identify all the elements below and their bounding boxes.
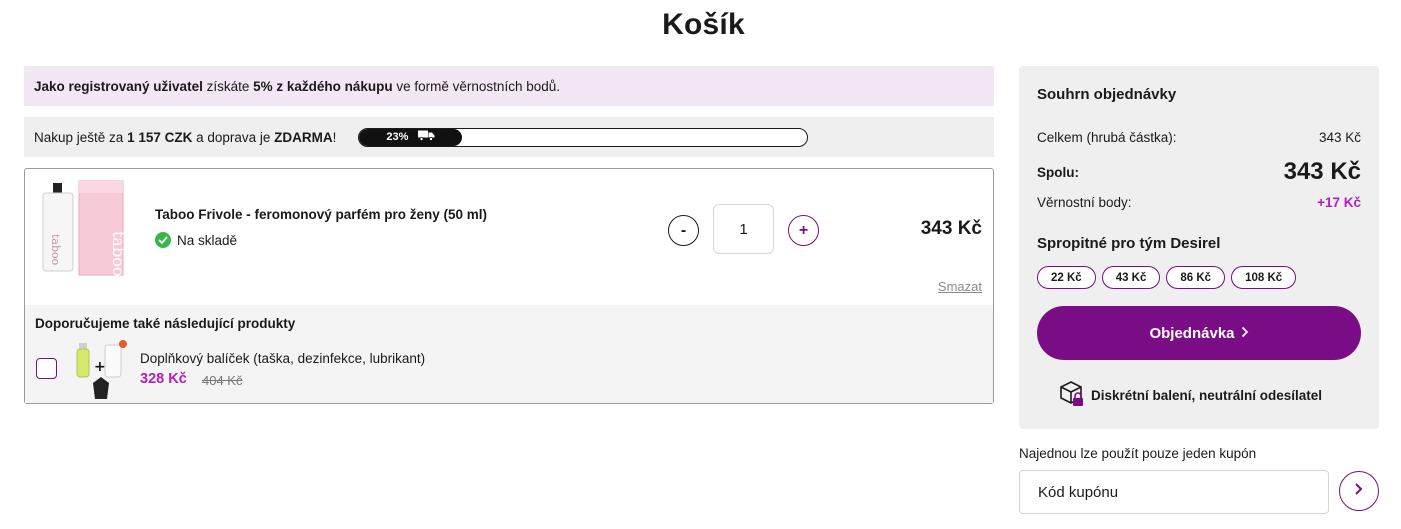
total-value: 343 Kč: [1283, 158, 1361, 185]
total-row: Spolu: 343 Kč: [1037, 158, 1361, 186]
tip-button[interactable]: 86 Kč: [1166, 266, 1226, 289]
loyalty-banner: Jako registrovaný uživatel získáte 5% z …: [24, 66, 994, 106]
order-button-label: Objednávka: [1149, 324, 1235, 342]
coupon-input[interactable]: [1019, 470, 1329, 514]
loyalty-text-1: získáte: [202, 78, 254, 94]
shipping-text-1: Nakup ještě za: [34, 129, 128, 145]
recommend-title: Doporučujeme také následující produkty: [35, 316, 296, 331]
product-name[interactable]: Taboo Frivole - feromonový parfém pro že…: [155, 207, 487, 222]
svg-text:+: +: [94, 359, 106, 375]
shipping-progress-fill: 23%: [359, 128, 463, 146]
chevron-right-icon: [1354, 482, 1364, 501]
discreet-label: Diskrétní balení, neutrální odesílatel: [1091, 388, 1323, 403]
recommend-old-price: 404 Kč: [202, 373, 243, 388]
recommend-price: 328 Kč: [140, 371, 187, 387]
shipping-amount: 1 157 CZK: [127, 129, 193, 145]
shipping-free: ZDARMA: [274, 129, 333, 145]
tip-button[interactable]: 108 Kč: [1231, 266, 1297, 289]
quantity-input[interactable]: [713, 204, 774, 254]
loyalty-bold-2: 5% z každého nákupu: [253, 78, 393, 94]
recommend-checkbox[interactable]: [36, 358, 57, 379]
coupon-note: Najednou lze použít pouze jeden kupón: [1019, 446, 1257, 461]
item-price: 343 Kč: [920, 218, 982, 239]
coupon-submit-button[interactable]: [1339, 471, 1379, 511]
quantity-increase-button[interactable]: +: [788, 215, 819, 246]
discreet-packaging-note: Diskrétní balení, neutrální odesílatel: [1059, 380, 1322, 411]
summary-title: Souhrn objednávky: [1037, 86, 1177, 103]
chevron-right-icon: [1241, 325, 1249, 342]
package-lock-icon: [1059, 380, 1085, 411]
bundle-image: +: [75, 339, 135, 399]
stock-label: Na skladě: [177, 232, 238, 248]
order-button[interactable]: Objednávka: [1037, 306, 1361, 360]
check-icon: [155, 232, 171, 248]
quantity-decrease-button[interactable]: -: [668, 215, 699, 246]
product-image[interactable]: taboo taboo: [39, 179, 129, 279]
recommended-products: Doporučujeme také následující produkty +…: [25, 305, 993, 403]
page-title: Košík: [662, 8, 745, 41]
svg-text:taboo: taboo: [49, 234, 62, 266]
order-summary: Souhrn objednávky Celkem (hrubá částka):…: [1019, 66, 1379, 429]
loyalty-bold-1: Jako registrovaný uživatel: [34, 78, 203, 94]
shipping-text-3: !: [332, 129, 337, 145]
shipping-text-2: a doprava je: [192, 129, 275, 145]
gross-label: Celkem (hrubá částka):: [1037, 130, 1177, 145]
tip-options: 22 Kč 43 Kč 86 Kč 108 Kč: [1037, 266, 1297, 289]
delete-link[interactable]: Smazat: [938, 279, 982, 294]
svg-text:taboo: taboo: [109, 231, 128, 276]
shipping-progress-bar: 23%: [358, 127, 809, 147]
truck-icon: [418, 130, 435, 144]
tip-button[interactable]: 22 Kč: [1037, 266, 1096, 289]
progress-label: 23%: [386, 131, 409, 143]
tip-title: Spropitné pro tým Desirel: [1037, 235, 1221, 252]
loyalty-text-2: ve formě věrnostních bodů.: [392, 78, 560, 94]
tip-button[interactable]: 43 Kč: [1101, 266, 1161, 289]
total-label: Spolu:: [1037, 164, 1079, 180]
points-value: +17 Kč: [1317, 195, 1361, 210]
cart-item-box: taboo taboo Taboo Frivole - feromonový p…: [24, 168, 994, 404]
gross-row: Celkem (hrubá částka): 343 Kč: [1037, 130, 1361, 145]
recommend-name[interactable]: Doplňkový balíček (taška, dezinfekce, lu…: [140, 351, 425, 366]
free-shipping-bar: Nakup ještě za 1 157 CZK a doprava je ZD…: [24, 117, 994, 157]
points-label: Věrnostní body:: [1037, 195, 1132, 210]
stock-status: Na skladě: [155, 232, 237, 248]
points-row: Věrnostní body: +17 Kč: [1037, 195, 1361, 210]
gross-value: 343 Kč: [1318, 130, 1361, 145]
